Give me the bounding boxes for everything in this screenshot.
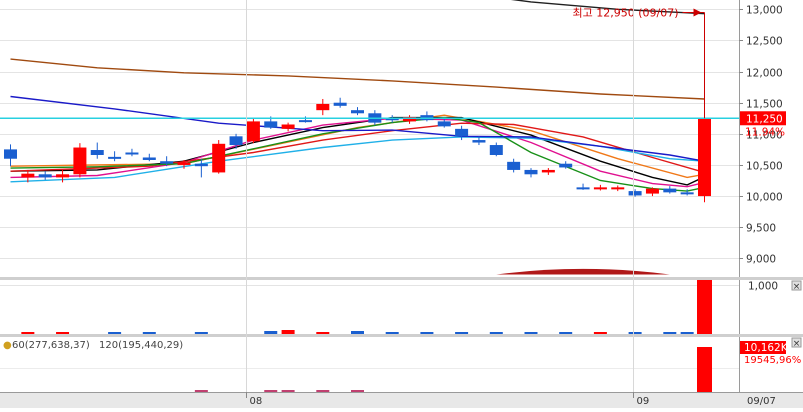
price-tick-label: 9,000 bbox=[746, 254, 776, 266]
change-percent-label: 11.94% bbox=[745, 126, 785, 138]
amount-bar-last bbox=[697, 347, 712, 392]
candle-body bbox=[90, 150, 104, 155]
candle-body bbox=[541, 169, 555, 173]
stock-chart[interactable]: 최고 12,950 (09/07) ● 60(277,638,37) 120(1… bbox=[0, 0, 803, 408]
candle-body bbox=[645, 188, 659, 194]
volume-bar bbox=[628, 332, 642, 334]
pane-separator[interactable] bbox=[0, 277, 739, 280]
candle-body bbox=[437, 121, 451, 127]
volume-bar bbox=[142, 332, 156, 334]
amount-legend-60: 60(277,638,37) bbox=[12, 340, 90, 351]
candle-body bbox=[212, 143, 226, 173]
candle-body bbox=[559, 163, 573, 168]
right-axis[interactable]: 9,0009,50010,00010,50011,00011,50012,000… bbox=[739, 0, 803, 408]
volume-bar bbox=[385, 332, 399, 334]
candle-body bbox=[455, 128, 469, 137]
volume-bar bbox=[663, 332, 677, 334]
price-tick-label: 13,000 bbox=[746, 5, 783, 17]
price-pane[interactable]: 최고 12,950 (09/07) bbox=[0, 0, 739, 277]
candle-body bbox=[73, 147, 87, 175]
price-tick-label: 12,500 bbox=[746, 36, 783, 48]
amount-legend-120: 120(195,440,29) bbox=[99, 340, 183, 351]
price-tick-label: 12,000 bbox=[746, 68, 783, 80]
candle-body bbox=[177, 162, 191, 165]
volume-bar bbox=[21, 332, 35, 334]
candle-body bbox=[56, 174, 70, 178]
candle-body bbox=[628, 191, 642, 196]
volume-bar bbox=[559, 332, 573, 334]
amount-bar bbox=[316, 390, 330, 392]
candle-body bbox=[611, 187, 625, 190]
candle-body bbox=[160, 161, 174, 164]
price-tick-label: 10,000 bbox=[746, 192, 783, 204]
volume-axis-ticks: 1,000 bbox=[748, 281, 778, 293]
candle-body bbox=[108, 156, 122, 159]
price-tick-label: 11,500 bbox=[746, 99, 783, 111]
candle-body bbox=[142, 157, 156, 160]
time-axis[interactable]: 08 09 09/07 bbox=[0, 392, 803, 408]
time-axis-label: 09 bbox=[637, 396, 650, 407]
price-pane-background bbox=[0, 0, 739, 277]
candle-body bbox=[698, 118, 711, 197]
candle-body bbox=[125, 152, 139, 155]
volume-bar bbox=[194, 332, 208, 334]
last-price-label: 11,250 bbox=[746, 113, 783, 125]
volume-bar-last bbox=[697, 280, 712, 334]
volume-bar bbox=[455, 332, 469, 334]
volume-bar bbox=[108, 332, 122, 334]
time-axis-right-label: 09/07 bbox=[747, 396, 776, 407]
volume-bar bbox=[680, 332, 694, 334]
volume-bars bbox=[21, 280, 712, 334]
amount-legend-dot: ● bbox=[3, 340, 12, 351]
volume-bar bbox=[420, 332, 434, 334]
candle-body bbox=[38, 174, 52, 178]
amount-bar bbox=[281, 390, 295, 392]
candle-body bbox=[524, 169, 538, 175]
candle-body bbox=[680, 192, 694, 195]
time-axis-label: 08 bbox=[250, 396, 263, 407]
candle-body bbox=[663, 188, 677, 193]
volume-bar bbox=[489, 332, 503, 334]
candle-body bbox=[351, 110, 364, 114]
candle-body bbox=[4, 149, 17, 159]
volume-tick-label: 1,000 bbox=[748, 281, 778, 293]
candle-body bbox=[472, 140, 486, 143]
candle-body bbox=[333, 102, 347, 106]
amount-secondary-label: 19545,96% bbox=[744, 355, 801, 366]
volume-bar bbox=[281, 330, 295, 334]
high-annotation-label: 최고 12,950 (09/07) bbox=[572, 6, 678, 19]
close-icon[interactable]: × bbox=[793, 339, 801, 349]
candle-body bbox=[246, 121, 260, 142]
volume-bar bbox=[316, 332, 330, 334]
volume-bar bbox=[56, 332, 70, 334]
volume-bar bbox=[264, 331, 278, 334]
chart-window: 최고 12,950 (09/07) ● 60(277,638,37) 120(1… bbox=[0, 0, 803, 408]
price-tick-label: 10,500 bbox=[746, 161, 783, 173]
time-axis-background bbox=[0, 392, 803, 408]
volume-bar bbox=[351, 331, 364, 334]
candle-body bbox=[298, 120, 312, 123]
candle-body bbox=[281, 124, 295, 129]
amount-bars bbox=[194, 347, 712, 392]
candle-body bbox=[507, 161, 521, 170]
amount-bar bbox=[264, 390, 278, 392]
candle-body bbox=[229, 136, 243, 146]
candle-body bbox=[264, 121, 278, 128]
candle-body bbox=[576, 187, 590, 190]
amount-bar bbox=[351, 390, 364, 392]
volume-pane[interactable] bbox=[0, 280, 739, 334]
candle-body bbox=[489, 145, 503, 155]
amount-bar bbox=[194, 390, 208, 392]
candle-body bbox=[21, 173, 35, 178]
close-icon[interactable]: × bbox=[793, 282, 801, 292]
volume-bar bbox=[524, 332, 538, 334]
candle-body bbox=[194, 163, 208, 167]
candle-body bbox=[316, 103, 330, 111]
price-tick-label: 9,500 bbox=[746, 223, 776, 235]
amount-value-label: 10,162K bbox=[744, 342, 789, 354]
amount-pane[interactable]: ● 60(277,638,37) 120(195,440,29) bbox=[0, 340, 739, 392]
candle-body bbox=[593, 187, 607, 190]
volume-bar bbox=[593, 332, 607, 334]
pane-separator[interactable] bbox=[0, 334, 739, 337]
